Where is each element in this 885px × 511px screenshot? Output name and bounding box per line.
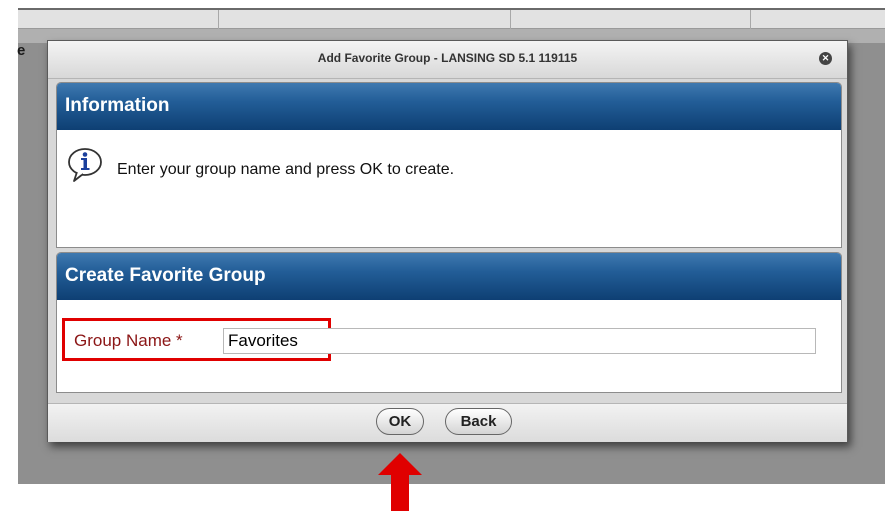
ok-button[interactable]: OK [376,408,424,435]
up-arrow-icon [378,453,422,511]
info-speech-bubble-icon [68,148,102,182]
group-name-label: Group Name * [74,331,183,350]
group-name-input[interactable] [223,328,816,354]
create-panel-heading: Create Favorite Group [57,253,841,300]
dialog-title: Add Favorite Group - LANSING SD 5.1 1191… [317,51,578,65]
background-column-divider [750,10,751,29]
background-header-row [18,10,885,29]
information-message: Enter your group name and press OK to cr… [117,161,455,178]
information-panel-heading: Information [57,83,841,130]
dialog-footer: OK Back [48,403,847,442]
close-icon[interactable]: ✕ [819,52,832,65]
background-column-divider [510,10,511,29]
add-favorite-group-dialog: Add Favorite Group - LANSING SD 5.1 1191… [47,40,848,442]
background-column-divider [218,10,219,29]
dialog-titlebar[interactable]: Add Favorite Group - LANSING SD 5.1 1191… [48,41,847,79]
background-partial-header: e [17,42,26,59]
back-button[interactable]: Back [445,408,512,435]
